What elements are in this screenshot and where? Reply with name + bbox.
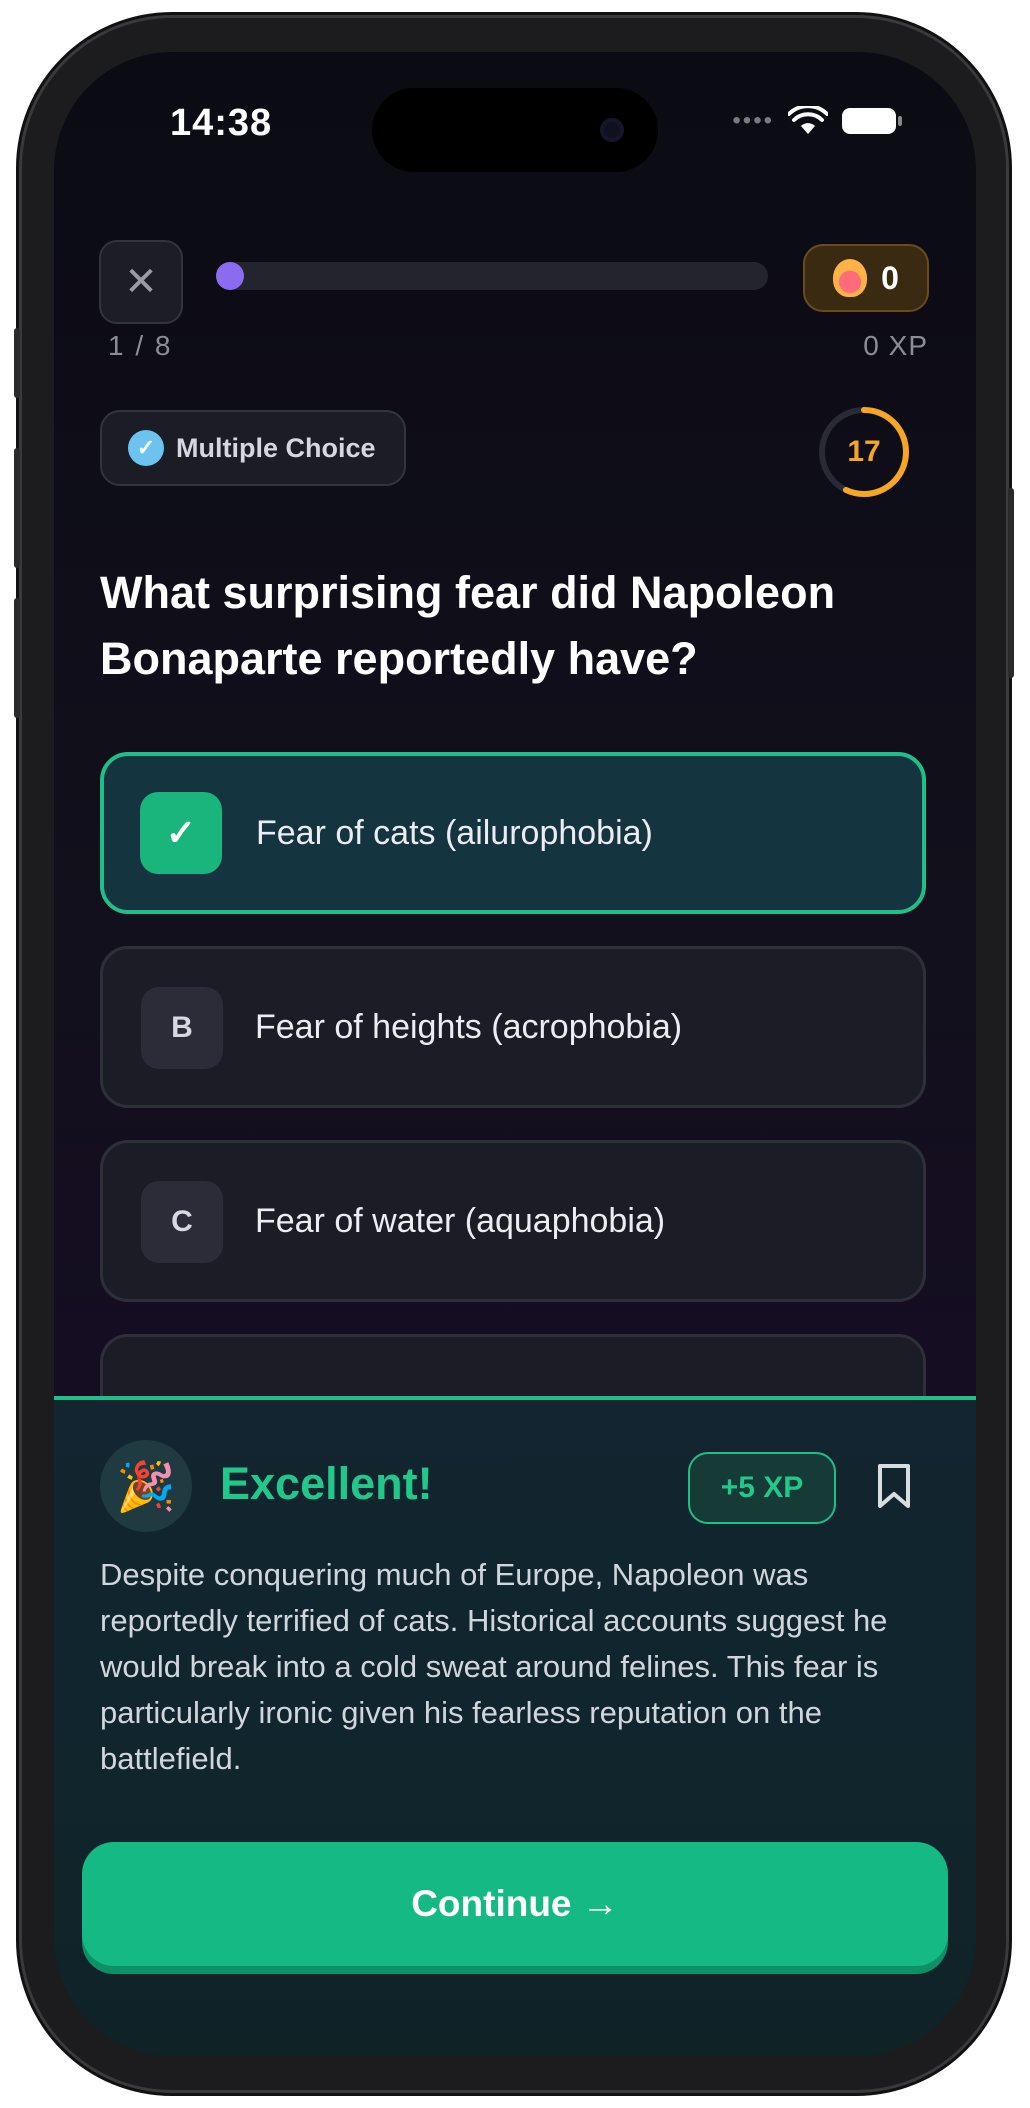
countdown-timer: 17 (816, 404, 912, 500)
mute-switch (14, 328, 20, 398)
answer-text: Fear of water (aquaphobia) (255, 1201, 666, 1240)
question-counter: 1 / 8 (108, 330, 173, 361)
quiz-progress-bar (216, 262, 768, 290)
verified-check-icon: ✓ (128, 430, 164, 466)
feedback-title: Excellent! (220, 1458, 433, 1509)
status-indicators: •••• (732, 106, 902, 136)
streak-count: 0 (881, 259, 899, 296)
continue-button[interactable]: Continue → (82, 1842, 948, 1966)
party-popper-icon: 🎉 (100, 1440, 192, 1532)
feedback-explanation: Despite conquering much of Europe, Napol… (100, 1557, 888, 1776)
answer-text: Fear of cats (ailurophobia) (256, 813, 653, 852)
app-screen: 14:38 •••• ✕ 0 1 / 8 0 XP ✓ Multiple Cho… (54, 52, 976, 2056)
bookmark-icon[interactable] (874, 1462, 914, 1510)
answer-text: Fear of heights (acrophobia) (255, 1007, 683, 1046)
question-type-label: Multiple Choice (176, 432, 376, 463)
option-letter: B (141, 987, 223, 1069)
close-icon: ✕ (124, 260, 158, 304)
volume-down-button (14, 598, 20, 718)
xp-total: 0 XP (863, 330, 928, 361)
question-text: What surprising fear did Napoleon Bonapa… (100, 567, 836, 684)
flame-icon (833, 259, 868, 297)
dynamic-island (372, 88, 658, 172)
battery-icon (842, 108, 902, 134)
volume-up-button (14, 448, 20, 568)
camera-icon (600, 118, 624, 142)
close-button[interactable]: ✕ (99, 240, 183, 324)
question-type-pill: ✓ Multiple Choice (100, 410, 406, 486)
answer-option-b[interactable]: B Fear of heights (acrophobia) (100, 946, 926, 1108)
signal-dots-icon: •••• (732, 107, 774, 134)
xp-earned-badge: +5 XP (688, 1452, 836, 1524)
answer-option-a[interactable]: ✓ Fear of cats (ailurophobia) (100, 752, 926, 914)
status-time: 14:38 (170, 102, 273, 144)
correct-check-icon: ✓ (140, 792, 222, 874)
power-button (1008, 488, 1014, 678)
streak-badge[interactable]: 0 (803, 244, 929, 312)
wifi-icon (788, 106, 828, 134)
quiz-progress-fill (216, 262, 244, 290)
option-letter: C (141, 1181, 223, 1263)
timer-value: 17 (847, 435, 881, 468)
answer-option-c[interactable]: C Fear of water (aquaphobia) (100, 1140, 926, 1302)
